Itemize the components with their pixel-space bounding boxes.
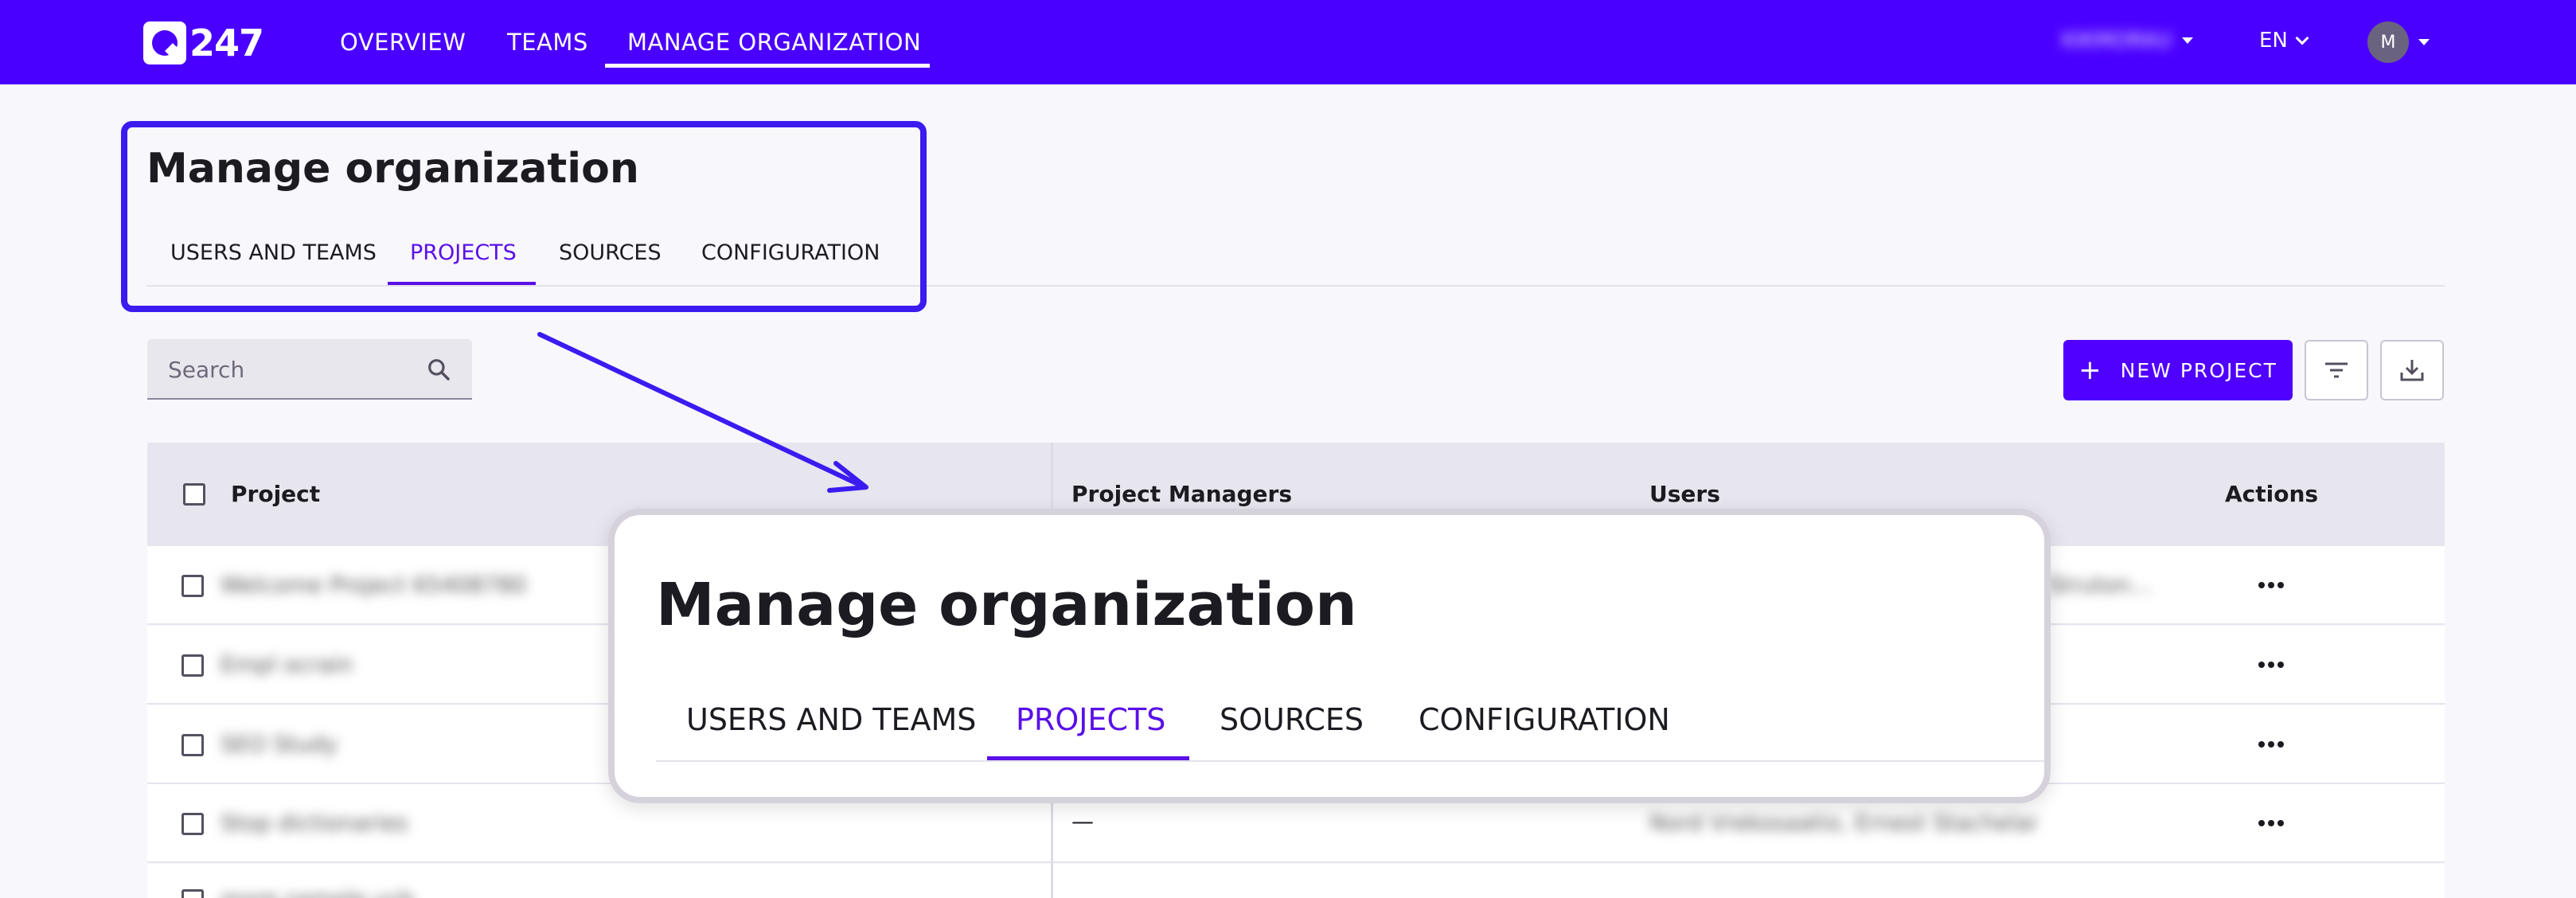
row-checkbox[interactable] — [181, 734, 204, 756]
callout-tab-projects: PROJECTS — [1016, 702, 1166, 737]
callout-title: Manage organization — [656, 571, 1357, 639]
nav-overview[interactable]: OVERVIEW — [340, 29, 466, 56]
download-button[interactable] — [2380, 340, 2444, 400]
filter-button[interactable] — [2305, 340, 2368, 400]
callout-tabs-divider — [656, 760, 2044, 762]
zoom-callout: Manage organization USERS AND TEAMS PROJ… — [608, 509, 2051, 803]
organization-dropdown[interactable]: KIKMORAU — [2062, 29, 2193, 53]
nav-teams[interactable]: TEAMS — [507, 29, 588, 56]
avatar: M — [2367, 21, 2409, 63]
project-users: Nord Vrekosaatio, Ernest Stachelar — [1649, 810, 2039, 836]
project-name[interactable]: Stop dictionaries — [221, 810, 408, 836]
project-managers: — — [1071, 808, 1094, 834]
top-nav-bar: 247 OVERVIEW TEAMS MANAGE ORGANIZATION K… — [0, 0, 2576, 84]
download-icon — [2400, 360, 2424, 381]
select-all-checkbox[interactable] — [183, 483, 205, 506]
caret-down-icon — [2418, 39, 2430, 45]
app-logo[interactable]: 247 — [143, 21, 264, 64]
language-dropdown[interactable]: EN — [2259, 29, 2309, 53]
search-icon — [428, 359, 450, 381]
language-label: EN — [2259, 29, 2288, 53]
table-row[interactable]: more sample ucb — [147, 864, 2445, 898]
more-actions-icon[interactable] — [2258, 582, 2284, 588]
more-actions-icon[interactable] — [2258, 820, 2284, 826]
column-project[interactable]: Project — [231, 481, 320, 507]
column-users[interactable]: Users — [1649, 481, 1720, 507]
project-name[interactable]: Welcome Project 65408780 — [221, 572, 526, 598]
filter-icon — [2325, 362, 2348, 378]
callout-tab-configuration: CONFIGURATION — [1419, 702, 1670, 737]
active-nav-indicator — [605, 64, 930, 68]
new-project-label: NEW PROJECT — [2120, 358, 2277, 382]
row-checkbox[interactable] — [181, 575, 204, 597]
plus-icon: + — [2078, 354, 2103, 386]
project-name[interactable]: more sample ucb — [221, 886, 414, 898]
row-checkbox[interactable] — [181, 654, 204, 677]
callout-tab-users-and-teams: USERS AND TEAMS — [686, 702, 977, 737]
nav-manage-organization[interactable]: MANAGE ORGANIZATION — [627, 29, 921, 56]
chevron-down-icon — [2295, 31, 2309, 45]
logo-text: 247 — [189, 21, 264, 64]
row-checkbox[interactable] — [181, 813, 204, 835]
search-placeholder: Search — [168, 357, 245, 383]
caret-down-icon — [2181, 37, 2193, 44]
column-project-managers[interactable]: Project Managers — [1071, 481, 1292, 507]
new-project-button[interactable]: + NEW PROJECT — [2063, 340, 2293, 400]
more-actions-icon[interactable] — [2258, 741, 2284, 748]
row-checkbox[interactable] — [181, 889, 204, 898]
search-input[interactable]: Search — [147, 339, 472, 400]
annotation-highlight-box — [121, 121, 927, 312]
callout-tab-sources: SOURCES — [1220, 702, 1364, 737]
project-name[interactable]: Empl ocrain — [221, 651, 353, 677]
organization-name: KIKMORAU — [2062, 29, 2172, 53]
more-actions-icon[interactable] — [2258, 662, 2284, 668]
logo-q-icon — [143, 21, 186, 64]
column-actions: Actions — [2225, 481, 2319, 507]
project-name[interactable]: SEO Study — [221, 731, 338, 757]
user-menu[interactable]: M — [2367, 21, 2430, 63]
